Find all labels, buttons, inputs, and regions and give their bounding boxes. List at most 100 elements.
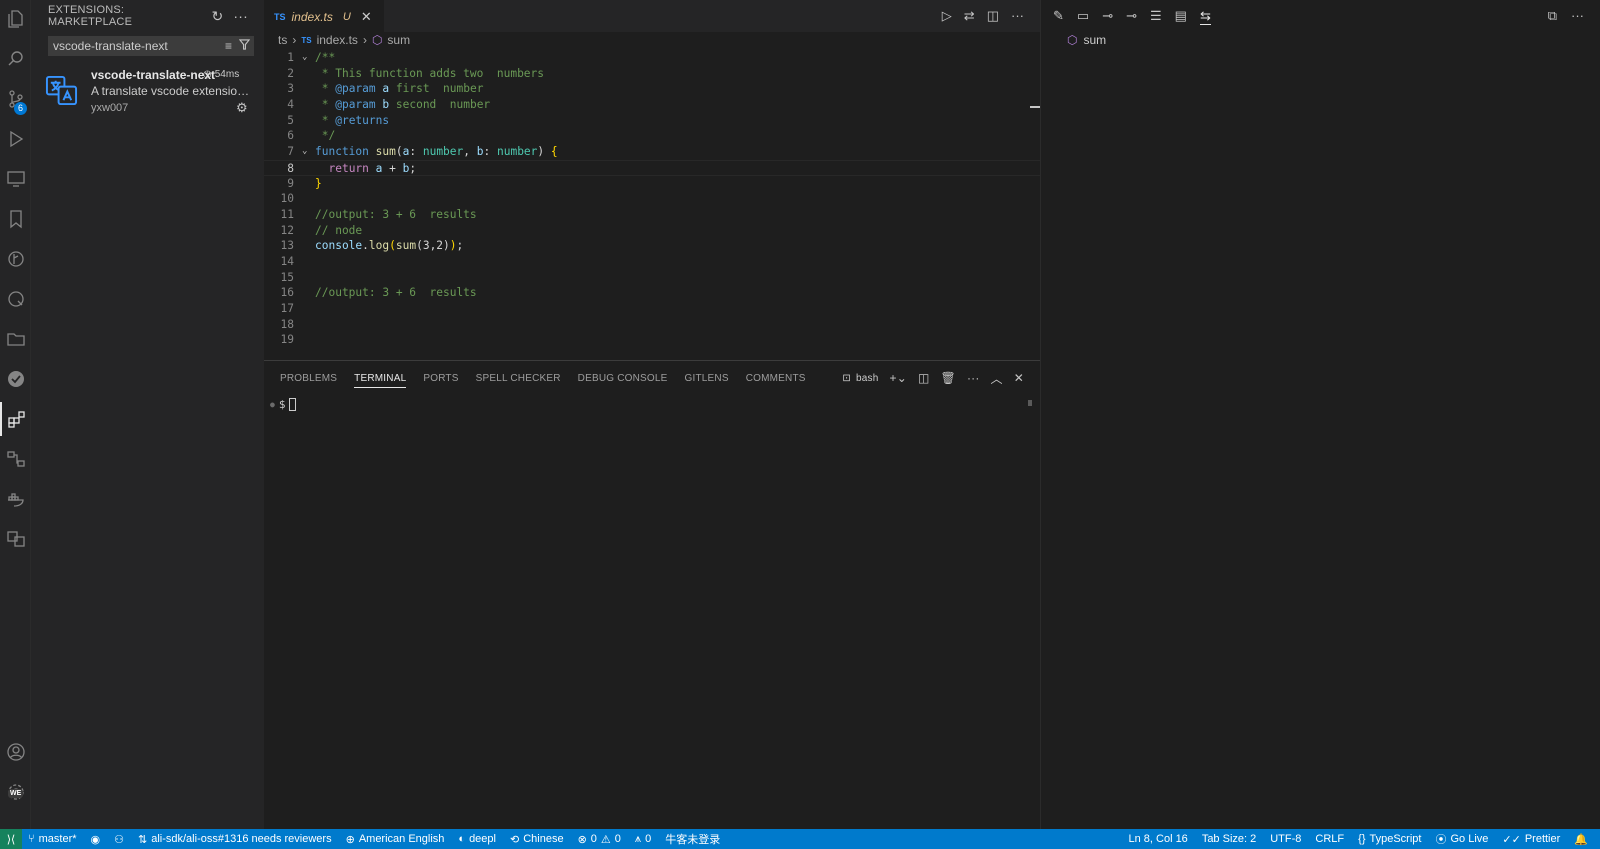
- translate-extension-icon: [45, 74, 78, 107]
- bookmark-icon[interactable]: [0, 202, 31, 236]
- terminal-scrollbar[interactable]: [1028, 400, 1032, 406]
- target-language-status[interactable]: ⟲ Chinese: [510, 833, 564, 846]
- gitlens-inspect-icon[interactable]: [0, 282, 31, 316]
- git-commit-icon[interactable]: ⊸: [1126, 8, 1137, 24]
- docker-icon[interactable]: [0, 482, 31, 516]
- remote-explorer-icon[interactable]: [0, 162, 31, 196]
- terminal-icon: ⊡: [842, 372, 851, 384]
- gitlens-status-icon[interactable]: ⚇: [114, 833, 124, 846]
- problems-status[interactable]: ⊗ 0 ⚠ 0: [578, 833, 621, 846]
- git-commit-icon[interactable]: ⊸: [1102, 8, 1113, 24]
- notifications-bell-icon[interactable]: 🔔: [1574, 833, 1588, 846]
- tab-debug-console[interactable]: DEBUG CONSOLE: [578, 373, 668, 384]
- kill-terminal-icon[interactable]: 🗑: [941, 371, 956, 385]
- prettier-status[interactable]: ✓✓ Prettier: [1502, 833, 1560, 846]
- breadcrumb-folder[interactable]: ts: [278, 33, 287, 47]
- tab-gitlens[interactable]: GITLENS: [685, 373, 729, 384]
- clear-filter-icon[interactable]: ≡: [225, 39, 232, 53]
- editor-more-icon[interactable]: ···: [1011, 8, 1024, 24]
- secondary-more-icon[interactable]: ···: [1571, 8, 1584, 24]
- code-line: 16//output: 3 + 6 results: [280, 286, 477, 300]
- tab-spell-checker[interactable]: SPELL CHECKER: [476, 373, 561, 384]
- extensions-sidebar: EXTENSIONS: MARKETPLACE ↻ ··· vscode-tra…: [31, 0, 264, 829]
- run-debug-icon[interactable]: [0, 122, 31, 156]
- translator-status[interactable]: ◐ deepl: [458, 833, 496, 845]
- tab-problems[interactable]: PROBLEMS: [280, 373, 337, 384]
- split-terminal-icon[interactable]: ◫: [918, 371, 930, 385]
- code-line: 2 * This function adds two numbers: [287, 66, 545, 80]
- scm-badge: 6: [14, 102, 27, 115]
- code-line: 12// node: [280, 223, 363, 237]
- panel-more-icon[interactable]: ···: [967, 371, 980, 385]
- typescript-file-icon: TS: [274, 11, 286, 22]
- terminal-shell-selector[interactable]: ⊡ bash: [842, 373, 878, 384]
- code-line: 3 * @param a first number: [287, 82, 484, 96]
- prettier-label: Prettier: [1524, 833, 1561, 845]
- encoding[interactable]: UTF-8: [1270, 833, 1301, 845]
- extension-settings-gear-icon[interactable]: ⚙: [236, 100, 248, 116]
- testing-icon[interactable]: [0, 362, 31, 396]
- manage-gear-icon[interactable]: WE: [0, 775, 31, 809]
- eye-icon[interactable]: ◉: [91, 833, 101, 846]
- tab-ports[interactable]: PORTS: [423, 373, 458, 384]
- document-icon[interactable]: ▤: [1175, 8, 1187, 24]
- code-editor[interactable]: 1 ⌄/** 2 * This function adds two numbers…: [264, 50, 1040, 348]
- account-icon[interactable]: [0, 735, 31, 769]
- breadcrumb-file[interactable]: index.ts: [317, 33, 358, 47]
- maximize-panel-icon[interactable]: ⧉: [1548, 8, 1557, 24]
- tab-terminal[interactable]: TERMINAL: [354, 373, 407, 388]
- cursor-position[interactable]: Ln 8, Col 16: [1128, 833, 1187, 845]
- explorer-icon[interactable]: [0, 2, 31, 36]
- edit-icon[interactable]: ✎: [1053, 8, 1064, 24]
- branch-status[interactable]: ⑂ master*: [28, 833, 77, 845]
- line-ending[interactable]: CRLF: [1315, 833, 1344, 845]
- extension-list-item[interactable]: vscode-translate-next ◷ 54ms A translate…: [31, 66, 264, 128]
- sidebar-header: EXTENSIONS: MARKETPLACE ↻ ···: [31, 0, 264, 32]
- outline-item-sum[interactable]: ⬡ sum: [1041, 32, 1600, 48]
- code-line: 1 ⌄/**: [287, 51, 336, 64]
- language-mode[interactable]: {} TypeScript: [1358, 833, 1421, 845]
- references-icon[interactable]: [0, 442, 31, 476]
- code-line: 5 * @returns: [287, 113, 390, 127]
- split-editor-icon[interactable]: ◫: [987, 8, 999, 24]
- open-changes-icon[interactable]: ⇄: [964, 8, 975, 24]
- gitlens-icon[interactable]: [0, 242, 31, 276]
- outline-icon[interactable]: ⇆: [1199, 8, 1211, 25]
- chat-icon[interactable]: ▭: [1077, 8, 1089, 24]
- maximize-panel-chevron-icon[interactable]: ︿: [991, 370, 1003, 387]
- run-icon[interactable]: ▷: [942, 8, 952, 24]
- login-status[interactable]: 牛客未登录: [665, 831, 720, 847]
- spell-language-status[interactable]: ⊕ American English: [346, 833, 445, 846]
- tab-close-icon[interactable]: ✕: [361, 9, 372, 25]
- secondary-sidebar: ✎ ▭ ⊸ ⊸ ☰ ▤ ⇆ ⧉ ··· ⬡ sum: [1040, 0, 1600, 829]
- breadcrumb-symbol[interactable]: sum: [387, 33, 410, 47]
- tab-comments[interactable]: COMMENTS: [746, 373, 806, 384]
- code-line: 7 ⌄ function sum(a: number, b: number) {: [287, 145, 558, 159]
- search-icon[interactable]: [0, 42, 31, 76]
- more-actions-icon[interactable]: ···: [233, 8, 248, 25]
- tab-size[interactable]: Tab Size: 2: [1202, 833, 1256, 845]
- go-live[interactable]: ⦿ Go Live: [1435, 831, 1488, 847]
- braces-icon: {}: [1358, 833, 1366, 845]
- terminal-output[interactable]: ● $: [264, 398, 1040, 411]
- remote-indicator-icon[interactable]: ⟩⟨: [0, 829, 22, 849]
- sync-icon: ⟲: [509, 833, 520, 846]
- code-line: 13 console.log(sum(3,2));: [280, 239, 464, 253]
- overview-ruler-cursor: [1030, 106, 1040, 108]
- translate-icon[interactable]: [0, 522, 31, 556]
- extensions-icon[interactable]: [0, 402, 31, 436]
- pr-status[interactable]: ⇅ ali-sdk/ali-oss#1316 needs reviewers: [138, 833, 332, 846]
- filter-icon[interactable]: [238, 39, 251, 53]
- refresh-icon[interactable]: ↻: [211, 8, 223, 25]
- list-tree-icon[interactable]: ☰: [1150, 8, 1162, 24]
- panel-tabs: PROBLEMS TERMINAL PORTS SPELL CHECKER DE…: [264, 361, 1040, 395]
- folder-icon[interactable]: [0, 322, 31, 356]
- source-control-icon[interactable]: 6: [0, 82, 31, 116]
- terminal-prompt: $: [278, 398, 286, 411]
- close-panel-icon[interactable]: ✕: [1014, 371, 1024, 385]
- tab-index-ts[interactable]: TS index.ts U ✕: [264, 0, 384, 32]
- new-terminal-icon[interactable]: +⌄: [889, 371, 906, 385]
- bottom-panel: PROBLEMS TERMINAL PORTS SPELL CHECKER DE…: [264, 360, 1040, 829]
- ports-status[interactable]: ⩚ 0: [635, 833, 651, 846]
- extension-search-input[interactable]: vscode-translate-next ≡: [48, 36, 254, 56]
